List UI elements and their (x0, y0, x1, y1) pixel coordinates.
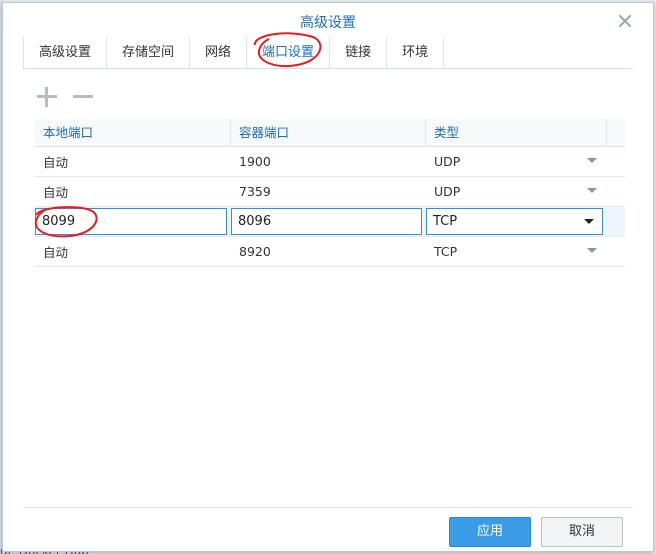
cell-container-port: 7359 (239, 184, 271, 199)
container-port-input[interactable]: 8096 (231, 208, 422, 235)
header-filler (607, 119, 625, 146)
footer-divider (23, 507, 633, 508)
container-port-input-value: 8096 (238, 214, 272, 229)
dialog-title: 高级设置 (300, 15, 356, 31)
cancel-button[interactable]: 取消 (541, 517, 623, 547)
header-container-port[interactable]: 容器端口 (231, 119, 426, 146)
advanced-settings-dialog: 高级设置 高级设置 存储空间 网络 端口设置 链接 环境 本地端口 容器端口 类… (2, 2, 654, 552)
local-port-input[interactable]: 8099 (34, 206, 227, 238)
tab-bar: 高级设置 存储空间 网络 端口设置 链接 环境 (23, 32, 633, 69)
type-select-value: TCP (433, 214, 458, 229)
chevron-down-icon[interactable] (587, 188, 597, 193)
close-icon[interactable] (617, 13, 633, 29)
remove-icon[interactable] (71, 85, 95, 109)
cell-type[interactable]: UDP (426, 154, 607, 169)
chevron-down-icon[interactable] (587, 248, 597, 253)
add-icon[interactable] (35, 85, 59, 109)
apply-button[interactable]: 应用 (449, 517, 531, 547)
chevron-down-icon[interactable] (587, 158, 597, 163)
cell-container-port: 1900 (239, 154, 271, 169)
tab-port-settings-label: 端口设置 (262, 45, 315, 60)
cell-type-value: UDP (434, 184, 461, 199)
cell-type[interactable]: TCP (426, 244, 607, 259)
cell-type-value: UDP (434, 154, 461, 169)
cell-type-value: TCP (434, 244, 458, 259)
table-row[interactable]: 自动 1900 UDP (35, 147, 625, 177)
cell-local-port: 自动 (43, 245, 69, 260)
tab-network[interactable]: 网络 (190, 37, 248, 68)
type-select[interactable]: TCP (426, 208, 603, 235)
table-row[interactable]: 自动 8920 TCP (35, 237, 625, 267)
cell-local-port: 自动 (43, 185, 69, 200)
tab-environment[interactable]: 环境 (387, 37, 445, 68)
cell-type[interactable]: UDP (426, 184, 607, 199)
local-port-input-value: 8099 (42, 214, 76, 229)
port-grid: 本地端口 容器端口 类型 自动 1900 UDP 自动 7359 UDP 809… (34, 119, 625, 267)
grid-header: 本地端口 容器端口 类型 (35, 119, 625, 147)
header-type[interactable]: 类型 (426, 119, 607, 146)
tab-advanced[interactable]: 高级设置 (23, 37, 108, 68)
tab-storage[interactable]: 存储空间 (107, 37, 191, 68)
header-local-port[interactable]: 本地端口 (35, 119, 231, 146)
cell-container-port: 8920 (239, 244, 271, 259)
cell-local-port: 自动 (43, 155, 69, 170)
chevron-down-icon[interactable] (584, 219, 594, 224)
tab-port-settings[interactable]: 端口设置 (247, 32, 331, 68)
grid-toolbar (35, 85, 95, 109)
table-row-editing[interactable]: 8099 8096 TCP (34, 206, 625, 238)
table-row[interactable]: 自动 7359 UDP (35, 177, 625, 207)
tab-links[interactable]: 链接 (330, 37, 388, 68)
